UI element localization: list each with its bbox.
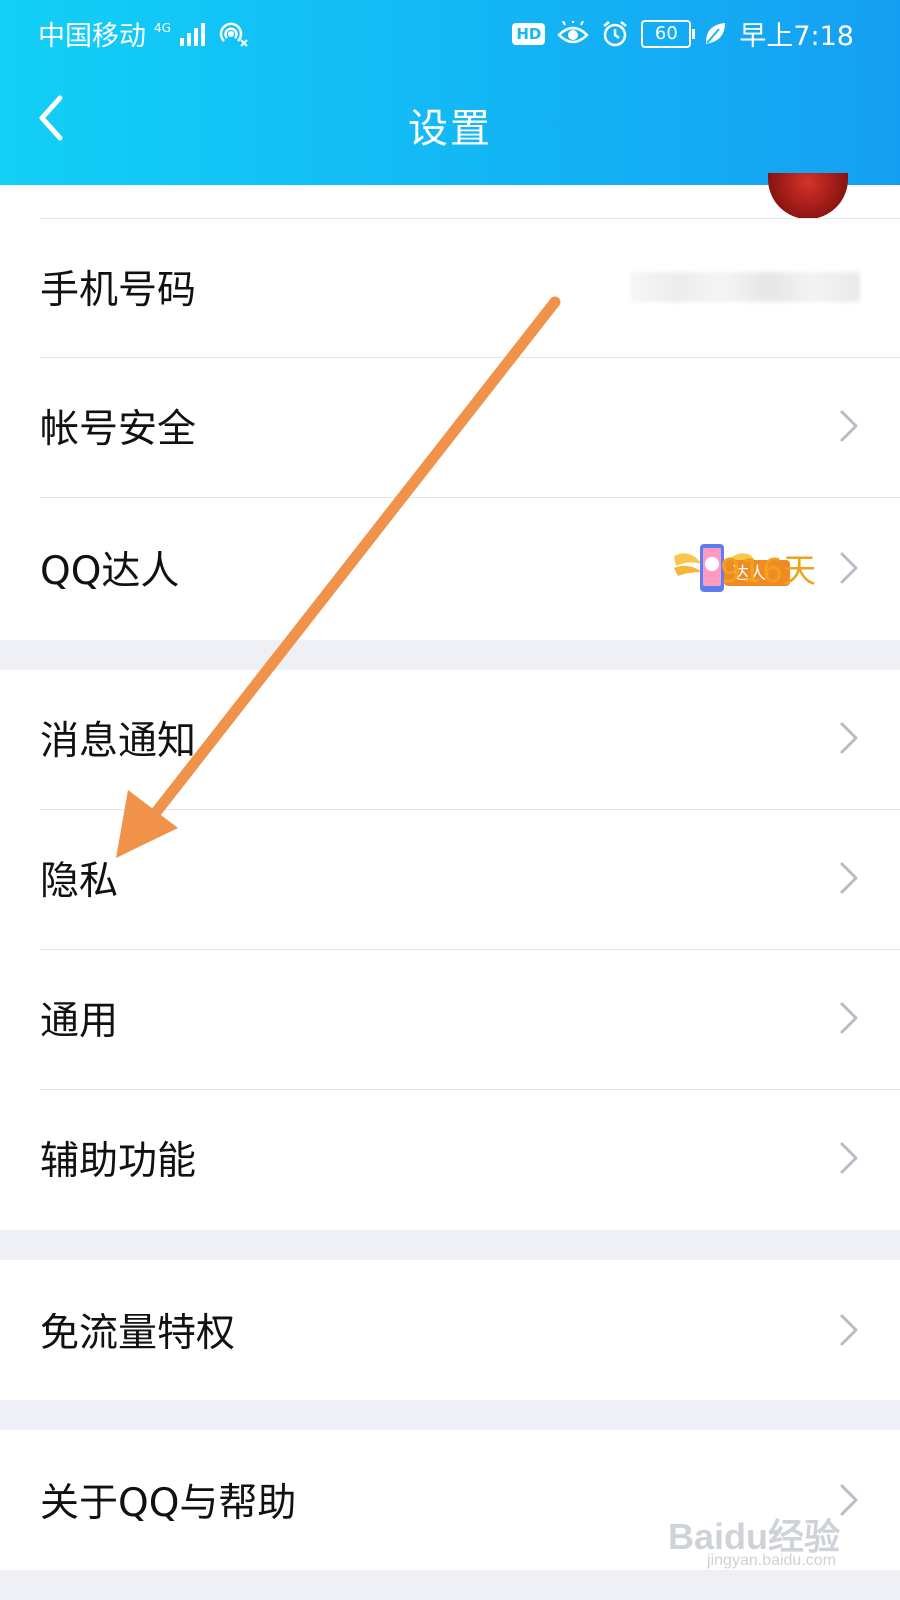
chevron-right-icon [840, 722, 858, 754]
row-label: 通用 [40, 999, 119, 1044]
page-title: 设置 [408, 106, 492, 152]
row-label: 帐号安全 [40, 407, 197, 452]
battery-icon: 60 [641, 19, 696, 48]
row-general[interactable]: 通用 [0, 950, 900, 1086]
avatar [768, 173, 848, 219]
hd-icon: HD [512, 22, 546, 45]
qq-expert-days: 916天 [720, 551, 816, 590]
watermark-url: jingyan.baidu.com [707, 1552, 836, 1569]
hotspot-icon [219, 22, 248, 47]
row-label: 隐私 [40, 859, 119, 904]
status-bar: 中国移动 4G HD 60 早上7:18 [0, 0, 900, 62]
chevron-right-icon [840, 1142, 858, 1174]
header-bar: 中国移动 4G HD 60 早上7:18 设置 [0, 0, 900, 185]
row-label: 关于QQ与帮助 [40, 1481, 297, 1526]
signal-icon [179, 22, 205, 46]
data-free-section: 免流量特权 [0, 1260, 900, 1400]
row-data-free-privilege[interactable]: 免流量特权 [0, 1260, 900, 1400]
chevron-right-icon [840, 410, 858, 442]
eye-icon [557, 20, 590, 43]
row-privacy[interactable]: 隐私 [0, 810, 900, 946]
leaf-icon [706, 22, 726, 44]
row-label: 手机号码 [40, 268, 197, 313]
row-qq-expert[interactable]: QQ达人 达人 916天 [0, 498, 900, 638]
phone-number-value [630, 272, 860, 302]
alarm-icon [603, 20, 628, 46]
row-label: 辅助功能 [40, 1139, 197, 1184]
clock-time: 早上7:18 [739, 21, 854, 52]
settings-section: 消息通知 隐私 通用 辅助功能 [0, 670, 900, 1230]
row-account-security[interactable]: 帐号安全 [0, 358, 900, 494]
carrier-name: 中国移动 [38, 21, 146, 52]
row-label: 消息通知 [40, 719, 197, 764]
row-phone-number[interactable]: 手机号码 [0, 219, 900, 355]
chevron-right-icon [840, 1314, 858, 1346]
row-label: 免流量特权 [40, 1311, 236, 1356]
chevron-right-icon [840, 552, 858, 584]
row-label: QQ达人 [40, 549, 180, 594]
network-type: 4G [154, 20, 171, 35]
account-section: 手机号码 帐号安全 QQ达人 达人 916天 [0, 173, 900, 640]
chevron-right-icon [840, 1484, 858, 1516]
row-accessibility[interactable]: 辅助功能 [0, 1090, 900, 1226]
chevron-right-icon [840, 1002, 858, 1034]
chevron-right-icon [840, 862, 858, 894]
row-message-notifications[interactable]: 消息通知 [0, 670, 900, 806]
